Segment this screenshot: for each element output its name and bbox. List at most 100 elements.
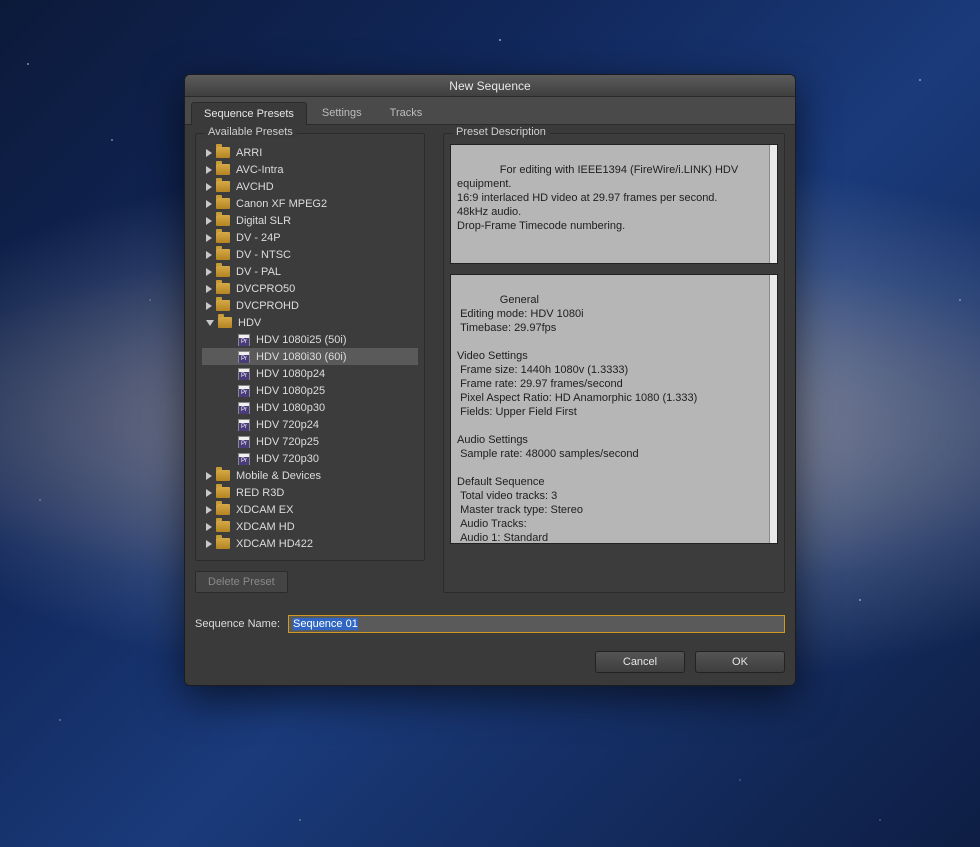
preset-folder-label: DV - NTSC [236,249,291,261]
chevron-right-icon[interactable] [206,200,212,208]
preset-description-details: General Editing mode: HDV 1080i Timebase… [450,274,778,544]
preset-item-label: HDV 720p25 [256,436,319,448]
preset-item[interactable]: HDV 1080i30 (60i) [202,348,418,365]
cancel-button[interactable]: Cancel [595,651,685,673]
preset-folder[interactable]: HDV [202,314,418,331]
group-legend: Preset Description [452,126,550,138]
tab-label: Sequence Presets [204,108,294,120]
preset-folder[interactable]: XDCAM HD [202,518,418,535]
preset-item[interactable]: HDV 1080p30 [202,399,418,416]
preset-item[interactable]: HDV 1080i25 (50i) [202,331,418,348]
chevron-right-icon[interactable] [206,523,212,531]
chevron-right-icon[interactable] [206,302,212,310]
preset-folder[interactable]: DV - NTSC [202,246,418,263]
tab-tracks[interactable]: Tracks [377,101,436,124]
preset-item-label: HDV 720p24 [256,419,319,431]
preset-file-icon [238,385,250,397]
preset-tree[interactable]: ARRI AVC-IntraAVCHD Canon XF MPEG2 Digital … [202,144,418,554]
preset-folder[interactable]: AVCHD [202,178,418,195]
dialog-tabs: Sequence Presets Settings Tracks [185,97,795,125]
folder-icon [216,215,230,226]
folder-icon [216,147,230,158]
ok-button[interactable]: OK [695,651,785,673]
chevron-right-icon[interactable] [206,489,212,497]
preset-file-icon [238,453,250,465]
preset-item[interactable]: HDV 720p24 [202,416,418,433]
preset-folder-label: XDCAM HD422 [236,538,313,550]
preset-file-icon [238,368,250,380]
preset-folder-label: DV - PAL [236,266,281,278]
delete-preset-button[interactable]: Delete Preset [195,571,288,593]
folder-icon [216,487,230,498]
chevron-right-icon[interactable] [206,285,212,293]
folder-icon [216,232,230,243]
preset-folder[interactable]: DVCPRO50 [202,280,418,297]
preset-folder[interactable]: DV - PAL [202,263,418,280]
folder-icon [216,249,230,260]
preset-folder[interactable]: XDCAM HD422 [202,535,418,552]
scrollbar[interactable] [769,145,777,263]
chevron-right-icon[interactable] [206,149,212,157]
chevron-right-icon[interactable] [206,183,212,191]
folder-icon [218,317,232,328]
preset-item[interactable]: HDV 720p25 [202,433,418,450]
preset-folder[interactable]: AVC-Intra [202,161,418,178]
scrollbar[interactable] [769,275,777,543]
window-titlebar: New Sequence [185,75,795,97]
preset-item[interactable]: HDV 720p30 [202,450,418,467]
preset-folder-label: Canon XF MPEG2 [236,198,327,210]
tab-settings[interactable]: Settings [309,101,375,124]
folder-icon [216,266,230,277]
chevron-right-icon[interactable] [206,472,212,480]
preset-folder[interactable]: RED R3D [202,484,418,501]
folder-icon [216,470,230,481]
folder-icon [216,538,230,549]
chevron-right-icon[interactable] [206,234,212,242]
preset-folder-label: ARRI [236,147,262,159]
preset-folder-label: RED R3D [236,487,284,499]
preset-item[interactable]: HDV 1080p24 [202,365,418,382]
preset-folder[interactable]: Canon XF MPEG2 [202,195,418,212]
preset-item-label: HDV 1080p24 [256,368,325,380]
preset-folder-label: HDV [238,317,261,329]
sequence-name-input[interactable] [288,615,785,633]
preset-folder[interactable]: DV - 24P [202,229,418,246]
preset-folder-label: XDCAM EX [236,504,293,516]
folder-icon [216,504,230,515]
preset-folder[interactable]: DVCPROHD [202,297,418,314]
description-text: For editing with IEEE1394 (FireWire/i.LI… [457,164,741,232]
dialog-body: Available Presets ARRIAVC-IntraAVCHDCano… [185,125,795,685]
preset-item-label: HDV 1080p25 [256,385,325,397]
chevron-right-icon[interactable] [206,251,212,259]
preset-item[interactable]: HDV 1080p25 [202,382,418,399]
preset-folder-label: DVCPRO50 [236,283,295,295]
tab-label: Tracks [390,107,423,119]
sequence-name-row: Sequence Name: [195,615,785,633]
new-sequence-dialog: New Sequence Sequence Presets Settings T… [184,74,796,686]
description-text: General Editing mode: HDV 1080i Timebase… [457,294,697,544]
sequence-name-label: Sequence Name: [195,618,280,630]
preset-folder[interactable]: Mobile & Devices [202,467,418,484]
preset-folder-label: DV - 24P [236,232,281,244]
folder-icon [216,521,230,532]
chevron-right-icon[interactable] [206,540,212,548]
window-title: New Sequence [449,79,530,93]
preset-folder[interactable]: XDCAM EX [202,501,418,518]
preset-folder-label: Mobile & Devices [236,470,321,482]
folder-icon [216,181,230,192]
chevron-right-icon[interactable] [206,506,212,514]
preset-folder-label: XDCAM HD [236,521,295,533]
preset-folder[interactable]: Digital SLR [202,212,418,229]
preset-description-group: Preset Description For editing with IEEE… [443,133,785,593]
folder-icon [216,198,230,209]
chevron-right-icon[interactable] [206,268,212,276]
preset-file-icon [238,334,250,346]
folder-icon [216,300,230,311]
preset-folder[interactable]: ARRI [202,144,418,161]
chevron-right-icon[interactable] [206,166,212,174]
chevron-right-icon[interactable] [206,217,212,225]
preset-file-icon [238,419,250,431]
chevron-down-icon[interactable] [206,320,214,326]
tab-sequence-presets[interactable]: Sequence Presets [191,102,307,125]
preset-file-icon [238,436,250,448]
